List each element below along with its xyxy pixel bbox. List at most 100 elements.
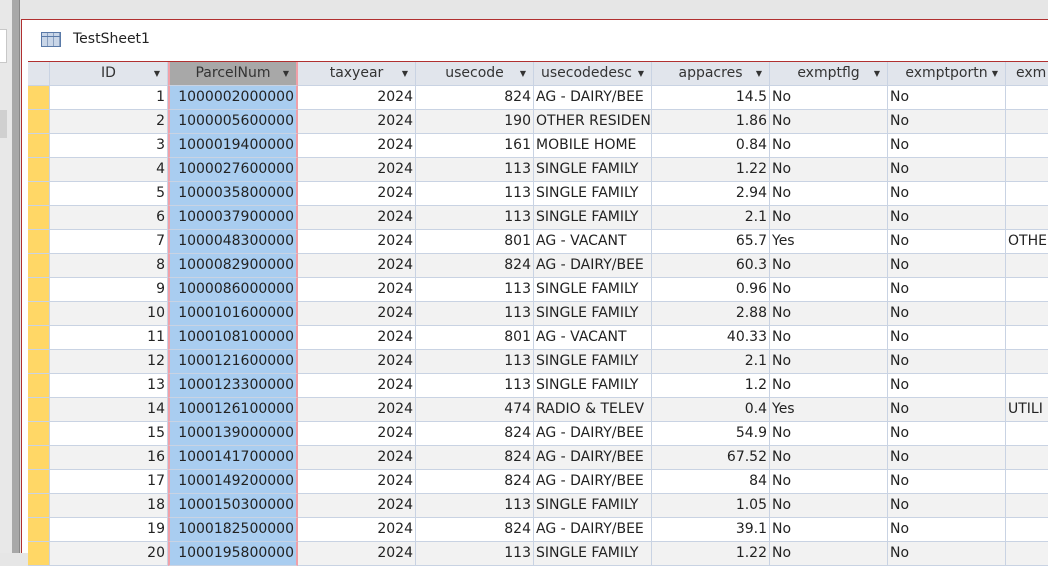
pane-splitter[interactable] bbox=[12, 0, 20, 553]
cell-exmptportn[interactable]: No bbox=[888, 446, 1006, 470]
cell-taxyear[interactable]: 2024 bbox=[298, 470, 416, 494]
cell-appacres[interactable]: 2.94 bbox=[652, 182, 770, 206]
cell-usecodedesc[interactable]: SINGLE FAMILY bbox=[534, 206, 652, 230]
cell-exm[interactable] bbox=[1006, 446, 1048, 470]
cell-taxyear[interactable]: 2024 bbox=[298, 158, 416, 182]
cell-parcelnum[interactable]: 1000027600000 bbox=[168, 158, 298, 182]
cell-exmptportn[interactable]: No bbox=[888, 158, 1006, 182]
cell-parcelnum[interactable]: 1000182500000 bbox=[168, 518, 298, 542]
cell-exmptportn[interactable]: No bbox=[888, 494, 1006, 518]
cell-usecodedesc[interactable]: AG - VACANT bbox=[534, 230, 652, 254]
cell-parcelnum[interactable]: 1000019400000 bbox=[168, 134, 298, 158]
cell-usecode[interactable]: 161 bbox=[416, 134, 534, 158]
cell-exm[interactable] bbox=[1006, 206, 1048, 230]
cell-exmptportn[interactable]: No bbox=[888, 302, 1006, 326]
cell-appacres[interactable]: 0.84 bbox=[652, 134, 770, 158]
cell-exmptflg[interactable]: No bbox=[770, 158, 888, 182]
cell-usecode[interactable]: 824 bbox=[416, 86, 534, 110]
column-header-exm[interactable]: exm bbox=[1006, 62, 1048, 86]
cell-exmptflg[interactable]: No bbox=[770, 86, 888, 110]
cell-exm[interactable] bbox=[1006, 518, 1048, 542]
filter-dropdown-icon[interactable]: ▼ bbox=[402, 62, 408, 85]
filter-dropdown-icon[interactable]: ▼ bbox=[992, 62, 998, 85]
cell-usecodedesc[interactable]: RADIO & TELEV bbox=[534, 398, 652, 422]
cell-appacres[interactable]: 60.3 bbox=[652, 254, 770, 278]
cell-usecode[interactable]: 113 bbox=[416, 278, 534, 302]
cell-exm[interactable]: OTHE bbox=[1006, 230, 1048, 254]
cell-exm[interactable] bbox=[1006, 326, 1048, 350]
cell-id[interactable]: 4 bbox=[50, 158, 168, 182]
cell-taxyear[interactable]: 2024 bbox=[298, 302, 416, 326]
cell-exmptportn[interactable]: No bbox=[888, 182, 1006, 206]
cell-exmptflg[interactable]: No bbox=[770, 350, 888, 374]
cell-parcelnum[interactable]: 1000101600000 bbox=[168, 302, 298, 326]
cell-id[interactable]: 6 bbox=[50, 206, 168, 230]
cell-exmptflg[interactable]: No bbox=[770, 446, 888, 470]
cell-appacres[interactable]: 14.5 bbox=[652, 86, 770, 110]
row-selector[interactable] bbox=[28, 302, 50, 326]
cell-exmptflg[interactable]: No bbox=[770, 182, 888, 206]
cell-taxyear[interactable]: 2024 bbox=[298, 278, 416, 302]
cell-usecodedesc[interactable]: SINGLE FAMILY bbox=[534, 350, 652, 374]
filter-dropdown-icon[interactable]: ▼ bbox=[756, 62, 762, 85]
cell-usecodedesc[interactable]: OTHER RESIDEN bbox=[534, 110, 652, 134]
cell-usecodedesc[interactable]: AG - DAIRY/BEE bbox=[534, 446, 652, 470]
cell-appacres[interactable]: 1.86 bbox=[652, 110, 770, 134]
cell-exmptportn[interactable]: No bbox=[888, 86, 1006, 110]
cell-usecode[interactable]: 113 bbox=[416, 542, 534, 566]
cell-exmptflg[interactable]: Yes bbox=[770, 230, 888, 254]
cell-usecode[interactable]: 113 bbox=[416, 350, 534, 374]
row-selector[interactable] bbox=[28, 110, 50, 134]
cell-exm[interactable] bbox=[1006, 254, 1048, 278]
cell-exmptportn[interactable]: No bbox=[888, 326, 1006, 350]
cell-taxyear[interactable]: 2024 bbox=[298, 134, 416, 158]
cell-usecode[interactable]: 824 bbox=[416, 470, 534, 494]
cell-exm[interactable] bbox=[1006, 422, 1048, 446]
cell-appacres[interactable]: 40.33 bbox=[652, 326, 770, 350]
column-header-id[interactable]: ID ▼ bbox=[50, 62, 168, 86]
row-selector[interactable] bbox=[28, 254, 50, 278]
cell-exmptportn[interactable]: No bbox=[888, 374, 1006, 398]
cell-id[interactable]: 1 bbox=[50, 86, 168, 110]
cell-exmptportn[interactable]: No bbox=[888, 518, 1006, 542]
row-selector[interactable] bbox=[28, 542, 50, 566]
cell-usecodedesc[interactable]: AG - DAIRY/BEE bbox=[534, 470, 652, 494]
select-all-button[interactable] bbox=[28, 62, 50, 86]
cell-parcelnum[interactable]: 1000035800000 bbox=[168, 182, 298, 206]
cell-id[interactable]: 5 bbox=[50, 182, 168, 206]
cell-taxyear[interactable]: 2024 bbox=[298, 518, 416, 542]
cell-id[interactable]: 15 bbox=[50, 422, 168, 446]
cell-taxyear[interactable]: 2024 bbox=[298, 422, 416, 446]
cell-exm[interactable]: UTILI bbox=[1006, 398, 1048, 422]
cell-exmptflg[interactable]: No bbox=[770, 278, 888, 302]
cell-exmptflg[interactable]: No bbox=[770, 542, 888, 566]
cell-parcelnum[interactable]: 1000048300000 bbox=[168, 230, 298, 254]
cell-taxyear[interactable]: 2024 bbox=[298, 326, 416, 350]
row-selector[interactable] bbox=[28, 278, 50, 302]
cell-parcelnum[interactable]: 1000126100000 bbox=[168, 398, 298, 422]
cell-usecode[interactable]: 824 bbox=[416, 446, 534, 470]
cell-usecodedesc[interactable]: AG - DAIRY/BEE bbox=[534, 254, 652, 278]
cell-parcelnum[interactable]: 1000082900000 bbox=[168, 254, 298, 278]
cell-usecode[interactable]: 113 bbox=[416, 158, 534, 182]
cell-exmptflg[interactable]: No bbox=[770, 206, 888, 230]
cell-usecodedesc[interactable]: AG - DAIRY/BEE bbox=[534, 422, 652, 446]
filter-dropdown-icon[interactable]: ▼ bbox=[283, 62, 289, 85]
navigation-search-box[interactable] bbox=[0, 29, 7, 63]
cell-parcelnum[interactable]: 1000150300000 bbox=[168, 494, 298, 518]
column-header-parcelnum[interactable]: ParcelNum ▼ bbox=[168, 62, 298, 86]
cell-exm[interactable] bbox=[1006, 470, 1048, 494]
filter-dropdown-icon[interactable]: ▼ bbox=[638, 62, 644, 85]
cell-exm[interactable] bbox=[1006, 374, 1048, 398]
row-selector[interactable] bbox=[28, 158, 50, 182]
row-selector[interactable] bbox=[28, 422, 50, 446]
cell-id[interactable]: 11 bbox=[50, 326, 168, 350]
cell-taxyear[interactable]: 2024 bbox=[298, 494, 416, 518]
cell-usecodedesc[interactable]: AG - VACANT bbox=[534, 326, 652, 350]
cell-exm[interactable] bbox=[1006, 542, 1048, 566]
cell-exmptflg[interactable]: No bbox=[770, 494, 888, 518]
cell-id[interactable]: 2 bbox=[50, 110, 168, 134]
filter-dropdown-icon[interactable]: ▼ bbox=[874, 62, 880, 85]
cell-parcelnum[interactable]: 1000037900000 bbox=[168, 206, 298, 230]
cell-exm[interactable] bbox=[1006, 134, 1048, 158]
